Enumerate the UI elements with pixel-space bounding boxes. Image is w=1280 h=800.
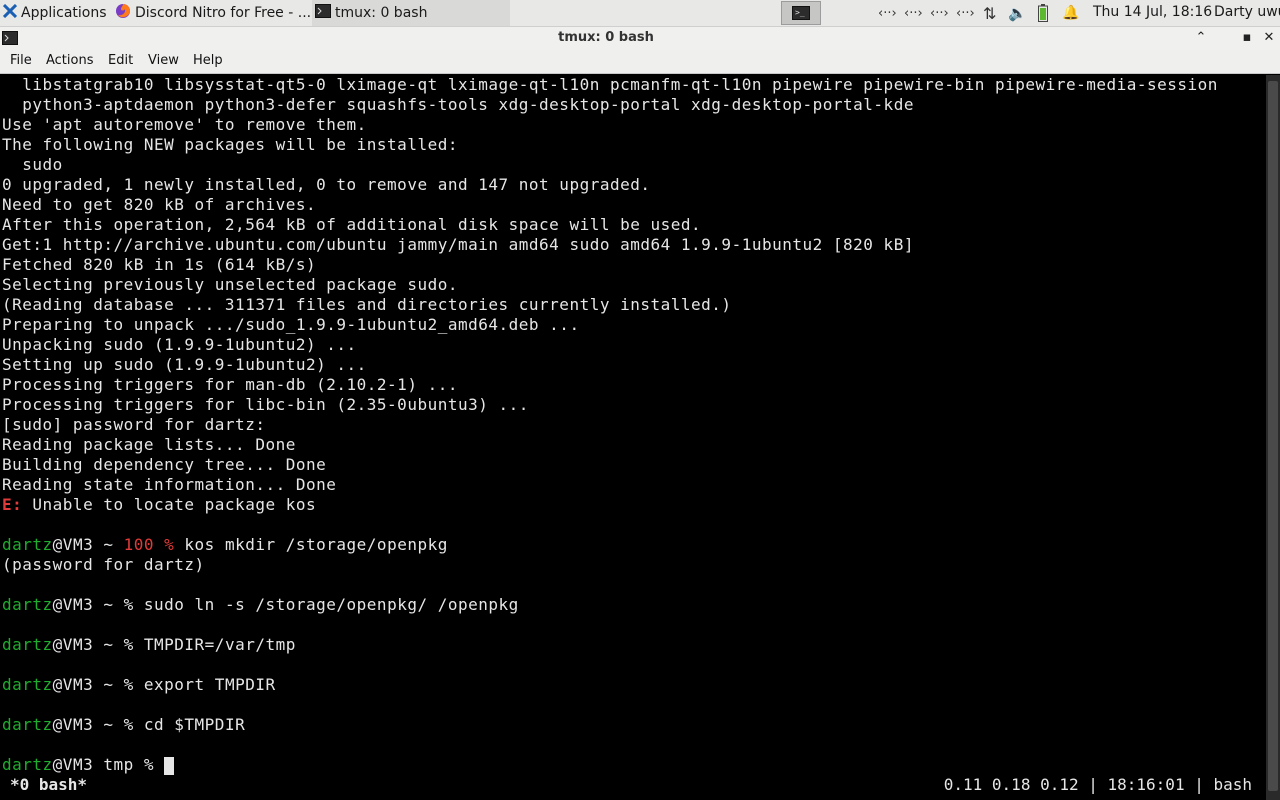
terminal-launcher-button[interactable]: >_ [781,1,821,25]
terminal-line: (Reading database ... 311371 files and d… [2,295,732,314]
prompt-user: dartz [2,755,53,774]
prompt-user: dartz [2,635,53,654]
prompt-exit-status: 100 % [123,535,185,554]
network-activity-icon[interactable]: ⇅ [983,0,996,26]
notification-bell-icon[interactable]: 🔔 [1062,0,1079,26]
taskbar-item-discord[interactable]: Discord Nitro for Free - ... [112,0,310,26]
volume-icon[interactable]: 🔈 [1008,0,1027,26]
terminal-line: Building dependency tree... Done [2,455,327,474]
terminal-line: Processing triggers for man-db (2.10.2-1… [2,375,458,394]
prompt-host: @VM3 ~ [52,595,124,614]
terminal-scrollbar[interactable] [1266,75,1280,800]
terminal-line: Fetched 820 kB in 1s (614 kB/s) [2,255,317,274]
network-icon[interactable]: ‹··› [956,0,975,26]
terminal-line: After this operation, 2,564 kB of additi… [2,215,702,234]
taskbar-item-label: tmux: 0 bash [335,5,428,21]
error-line: E: Unable to locate package kos [2,495,316,515]
terminal-line: sudo [2,155,63,174]
menu-file[interactable]: File [10,50,32,72]
prompt-line: dartz@VM3 ~ % cd $TMPDIR [2,715,245,735]
network-icon[interactable]: ‹··› [904,0,923,26]
terminal-line: Processing triggers for libc-bin (2.35-0… [2,395,529,414]
top-panel: Applications Discord Nitro for Free - ..… [0,0,1280,26]
applications-label: Applications [21,5,107,21]
prompt-line: dartz@VM3 ~ 100 % kos mkdir /storage/ope… [2,535,448,555]
prompt-sign: % [123,635,144,654]
menubar: File Actions Edit View Help [0,50,1280,74]
window-titlebar[interactable]: tmux: 0 bash ⌃ ▪ ✕ [0,26,1280,50]
terminal-output[interactable]: libstatgrab10 libsysstat-qt5-0 lximage-q… [0,75,1266,800]
clock[interactable]: Thu 14 Jul, 18:16 [1093,0,1212,26]
terminal-line: Preparing to unpack .../sudo_1.9.9-1ubun… [2,315,580,334]
user-menu[interactable]: Darty uwu [1214,0,1280,26]
command-text: TMPDIR=/var/tmp [143,635,296,654]
prompt-host: @VM3 ~ [52,535,124,554]
window-title: tmux: 0 bash [558,30,654,45]
prompt-user: dartz [2,675,53,694]
menu-help[interactable]: Help [193,50,223,72]
prompt-host: @VM3 tmp [52,755,144,774]
terminal-line: python3-aptdaemon python3-defer squashfs… [2,95,914,114]
taskbar-item-tmux[interactable]: tmux: 0 bash [312,0,510,26]
xfce-logo-icon [2,3,18,22]
minimize-button[interactable]: ⌃ [1190,27,1212,49]
terminal-line: The following NEW packages will be insta… [2,135,458,154]
command-text: sudo ln -s /storage/openpkg/ /openpkg [143,595,519,614]
terminal-line: (password for dartz) [2,555,205,574]
prompt-user: dartz [2,715,53,734]
terminal-line: 0 upgraded, 1 newly installed, 0 to remo… [2,175,651,194]
maximize-button[interactable]: ▪ [1236,27,1258,49]
menu-view[interactable]: View [148,50,179,72]
close-button[interactable]: ✕ [1258,27,1280,49]
terminal-line: Use 'apt autoremove' to remove them. [2,115,367,134]
prompt-host: @VM3 ~ [52,635,124,654]
command-text: cd $TMPDIR [143,715,246,734]
terminal-icon: >_ [792,6,810,20]
tmux-window-tab[interactable]: *0 bash* [10,775,87,795]
terminal-line: Get:1 http://archive.ubuntu.com/ubuntu j… [2,235,914,254]
terminal-line: Reading state information... Done [2,475,337,494]
error-prefix: E: [2,495,23,514]
command-text: kos mkdir /storage/openpkg [184,535,448,554]
terminal-icon [315,4,331,22]
prompt-sign: % [123,675,144,694]
terminal-line: Setting up sudo (1.9.9-1ubuntu2) ... [2,355,367,374]
prompt-sign: % [123,595,144,614]
text-cursor [164,756,175,775]
prompt-host: @VM3 ~ [52,675,124,694]
prompt-line: dartz@VM3 ~ % export TMPDIR [2,675,276,695]
prompt-line: dartz@VM3 ~ % sudo ln -s /storage/openpk… [2,595,519,615]
prompt-user: dartz [2,535,53,554]
menu-actions[interactable]: Actions [46,50,94,72]
prompt-host: @VM3 ~ [52,715,124,734]
prompt-sign: % [143,755,165,774]
applications-menu-button[interactable]: Applications [0,0,108,26]
tmux-status-bar: *0 bash* 0.11 0.18 0.12 | 18:16:01 | bas… [0,775,1266,795]
terminal-line: Need to get 820 kB of archives. [2,195,317,214]
network-icon[interactable]: ‹··› [930,0,949,26]
prompt-user: dartz [2,595,53,614]
terminal-line: [sudo] password for dartz: [2,415,266,434]
prompt-line: dartz@VM3 ~ % TMPDIR=/var/tmp [2,635,296,655]
taskbar-item-label: Discord Nitro for Free - ... [135,5,310,21]
menu-edit[interactable]: Edit [108,50,133,72]
terminal-line: libstatgrab10 libsysstat-qt5-0 lximage-q… [2,75,1218,94]
tmux-status-right: 0.11 0.18 0.12 | 18:16:01 | bash [943,775,1252,794]
terminal-line: Unpacking sudo (1.9.9-1ubuntu2) ... [2,335,357,354]
network-icon[interactable]: ‹··› [878,0,897,26]
scrollbar-thumb[interactable] [1268,81,1278,791]
prompt-sign: % [123,715,144,734]
firefox-icon [115,3,131,23]
terminal-line: Reading package lists... Done [2,435,296,454]
battery-icon[interactable] [1038,0,1048,26]
prompt-line[interactable]: dartz@VM3 tmp % [2,755,175,775]
command-text: export TMPDIR [143,675,276,694]
error-text: Unable to locate package kos [22,495,317,514]
terminal-line: Selecting previously unselected package … [2,275,458,294]
